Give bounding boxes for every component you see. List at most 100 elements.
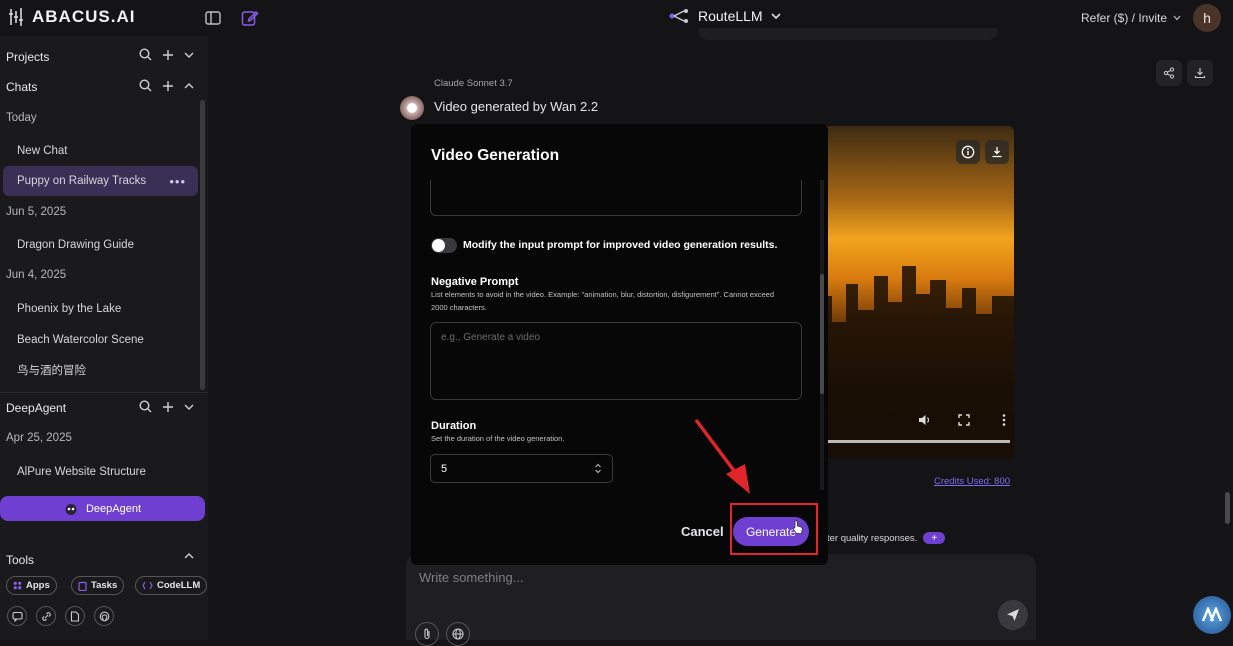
plus-icon[interactable] xyxy=(162,401,174,413)
fullscreen-icon[interactable] xyxy=(958,414,970,426)
cancel-button[interactable]: Cancel xyxy=(681,524,724,539)
chevron-up-icon[interactable] xyxy=(184,82,194,90)
tool-label: CodeLLM xyxy=(157,580,201,591)
chat-item-label: Puppy on Railway Tracks xyxy=(17,175,147,187)
previous-message-edge xyxy=(698,28,998,40)
chevron-up-icon[interactable] xyxy=(184,552,194,560)
sidebar: Projects Chats Today New Chat Puppy on R… xyxy=(0,36,208,640)
send-icon[interactable] xyxy=(998,600,1028,630)
date-group-label: Jun 5, 2025 xyxy=(6,206,67,218)
projects-header[interactable]: Projects xyxy=(6,50,49,64)
document-icon[interactable] xyxy=(65,606,85,626)
video-generation-modal: Video Generation Modify the input prompt… xyxy=(411,124,828,565)
duration-select[interactable]: 5 xyxy=(430,454,613,483)
video-progress-bar[interactable] xyxy=(806,440,1010,443)
globe-icon[interactable] xyxy=(446,622,470,646)
cursor-hand-icon xyxy=(792,520,803,534)
deepagent-button-label: DeepAgent xyxy=(85,502,142,515)
prompt-enhance-toggle[interactable] xyxy=(431,238,457,253)
refer-invite-label: Refer ($) / Invite xyxy=(1081,11,1168,25)
deepagent-actions xyxy=(139,400,194,413)
clipboard-icon xyxy=(78,581,87,591)
chat-item-label: 鸟与酒的冒险 xyxy=(17,365,86,377)
chevron-down-icon[interactable] xyxy=(184,403,194,411)
deepagent-item-label: AlPure Website Structure xyxy=(17,466,146,478)
chat-bubble-icon[interactable] xyxy=(7,606,27,626)
quality-hint-text: ter quality responses. xyxy=(827,532,918,544)
download-icon[interactable] xyxy=(1187,60,1213,86)
upgrade-plus-button[interactable]: + xyxy=(923,532,946,544)
divider xyxy=(0,392,208,393)
chat-item-active[interactable]: Puppy on Railway Tracks ••• xyxy=(3,166,198,196)
chats-actions xyxy=(139,79,194,92)
volume-icon[interactable] xyxy=(918,414,932,426)
robot-icon xyxy=(65,503,77,515)
chat-item[interactable]: Beach Watercolor Scene xyxy=(0,325,198,355)
chat-item[interactable]: 鸟与酒的冒险 xyxy=(0,355,198,385)
prompt-textarea[interactable] xyxy=(430,180,802,216)
negative-prompt-input[interactable] xyxy=(430,322,802,400)
red-arrow-annotation xyxy=(694,418,750,494)
abacus-logo-icon xyxy=(9,8,23,26)
chat-item[interactable]: Phoenix by the Lake xyxy=(0,294,198,324)
modal-scrollbar-thumb[interactable] xyxy=(820,274,824,394)
chat-item-label: Beach Watercolor Scene xyxy=(17,334,144,346)
tools-header[interactable]: Tools xyxy=(6,553,34,567)
generated-video-player[interactable] xyxy=(806,126,1014,458)
main-scrollbar[interactable] xyxy=(1225,492,1230,524)
model-selector-label: RouteLLM xyxy=(698,8,763,24)
chat-composer[interactable]: Write something... xyxy=(406,554,1036,646)
chevron-down-icon[interactable] xyxy=(184,51,194,59)
route-icon xyxy=(669,9,688,23)
new-chat-icon[interactable] xyxy=(240,8,260,28)
modal-title: Video Generation xyxy=(431,147,560,164)
search-icon[interactable] xyxy=(139,400,152,413)
sidebar-scrollbar[interactable] xyxy=(200,100,205,390)
sidebar-toggle-icon[interactable] xyxy=(204,9,222,27)
chat-item[interactable]: New Chat xyxy=(0,136,198,166)
duration-value: 5 xyxy=(441,462,448,475)
chats-header[interactable]: Chats xyxy=(6,80,37,94)
chat-item-label: Phoenix by the Lake xyxy=(17,303,122,315)
model-tag: Claude Sonnet 3.7 xyxy=(434,78,513,89)
credits-used-link[interactable]: Credits Used: 800 xyxy=(934,476,1010,487)
plus-icon[interactable] xyxy=(162,49,174,61)
tool-codellm-button[interactable]: CodeLLM xyxy=(135,576,208,595)
brand-name: ABACUS.AI xyxy=(32,7,136,26)
deepagent-item[interactable]: AlPure Website Structure xyxy=(0,457,198,487)
chat-item[interactable]: Dragon Drawing Guide xyxy=(0,230,198,260)
tool-apps-button[interactable]: Apps xyxy=(6,576,57,595)
chevron-down-icon xyxy=(1173,15,1181,21)
attach-icon[interactable] xyxy=(415,622,439,646)
info-icon[interactable] xyxy=(956,140,980,164)
share-icon[interactable] xyxy=(1156,60,1182,86)
plus-icon[interactable] xyxy=(162,80,174,92)
github-icon[interactable] xyxy=(94,606,114,626)
assistant-avatar xyxy=(400,96,424,120)
refer-invite-menu[interactable]: Refer ($) / Invite xyxy=(1081,11,1181,25)
tool-label: Tasks xyxy=(91,580,118,591)
city-silhouette xyxy=(806,266,1014,458)
apps-icon xyxy=(13,581,22,590)
link-icon[interactable] xyxy=(36,606,56,626)
more-options-icon[interactable]: ••• xyxy=(169,174,186,189)
more-options-icon[interactable] xyxy=(1002,414,1006,426)
video-download-icon[interactable] xyxy=(985,140,1009,164)
chat-input-placeholder[interactable]: Write something... xyxy=(419,570,524,585)
deepagent-button[interactable]: DeepAgent xyxy=(0,496,205,521)
search-icon[interactable] xyxy=(139,79,152,92)
tool-tasks-button[interactable]: Tasks xyxy=(71,576,125,595)
red-highlight-box xyxy=(730,503,818,555)
date-group-label: Apr 25, 2025 xyxy=(6,432,72,444)
chevron-down-icon xyxy=(771,13,781,20)
deepagent-header[interactable]: DeepAgent xyxy=(6,401,66,415)
assistant-floating-logo[interactable] xyxy=(1193,596,1231,634)
search-icon[interactable] xyxy=(139,48,152,61)
negative-prompt-label: Negative Prompt xyxy=(431,276,519,288)
tools-actions xyxy=(184,552,194,560)
abacus-logo[interactable]: ABACUS.AI xyxy=(8,7,135,27)
user-avatar[interactable]: h xyxy=(1193,4,1221,32)
model-selector[interactable]: RouteLLM xyxy=(668,8,781,24)
tool-label: Apps xyxy=(26,580,50,591)
chat-item-label: New Chat xyxy=(17,145,68,157)
